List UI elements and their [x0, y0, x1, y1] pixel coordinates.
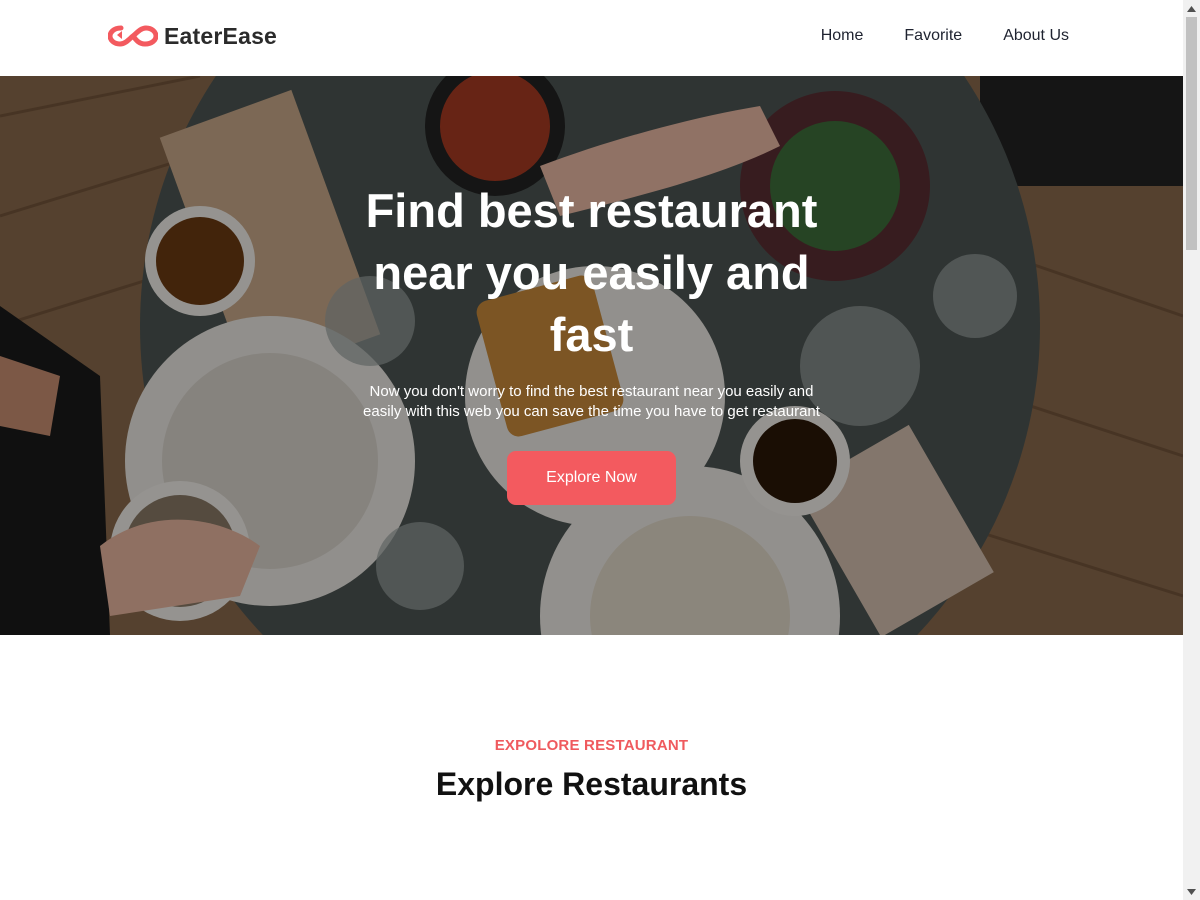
logo[interactable]: EaterEase	[108, 22, 277, 50]
infinity-logo-icon	[108, 25, 158, 47]
page: EaterEase Home Favorite About Us Find be…	[0, 0, 1183, 900]
brand-name: EaterEase	[164, 22, 278, 49]
section-title: Explore Restaurants	[435, 766, 748, 802]
section-eyebrow: EXPOLORE RESTAURANT	[494, 737, 689, 754]
explore-now-button[interactable]: Explore Now	[507, 451, 676, 505]
nav-about-link[interactable]: About Us	[1003, 27, 1069, 45]
main-nav: Home Favorite About Us	[821, 27, 1069, 45]
nav-favorite-link[interactable]: Favorite	[904, 27, 962, 45]
nav-home-link[interactable]: Home	[821, 27, 864, 45]
scrollbar-thumb[interactable]	[1186, 17, 1197, 250]
scroll-up-arrow-icon[interactable]	[1183, 0, 1200, 17]
hero-title: Find best restaurant near you easily and…	[365, 184, 818, 361]
site-header: EaterEase Home Favorite About Us	[0, 0, 1183, 76]
hero-subtitle: Now you don't worry to find the best res…	[363, 383, 820, 420]
vertical-scrollbar[interactable]	[1183, 0, 1200, 900]
hero-content: Find best restaurant near you easily and…	[0, 180, 1183, 505]
hero-section: Find best restaurant near you easily and…	[0, 76, 1183, 635]
scroll-down-arrow-icon[interactable]	[1183, 883, 1200, 900]
